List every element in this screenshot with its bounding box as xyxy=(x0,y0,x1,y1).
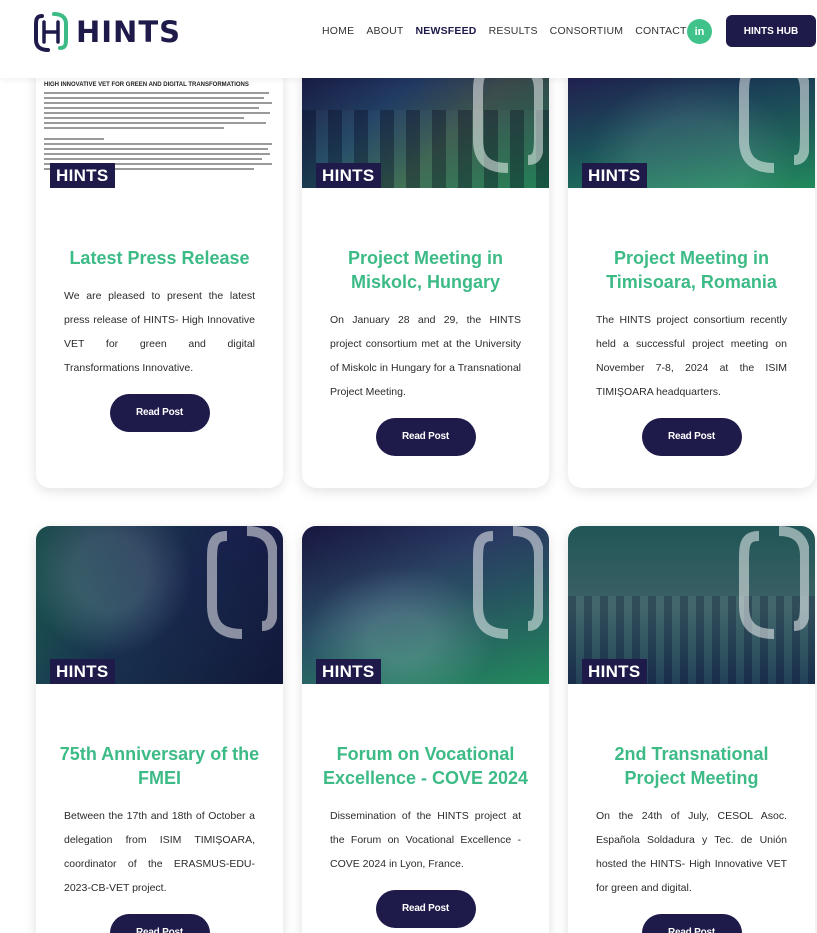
read-post-button[interactable]: Read Post xyxy=(641,914,742,933)
linkedin-icon[interactable]: in xyxy=(687,19,712,44)
card-title[interactable]: Project Meeting in Miskolc, Hungary xyxy=(302,246,549,294)
card-title[interactable]: Forum on Vocational Excellence - COVE 20… xyxy=(302,742,549,790)
hints-watermark-icon xyxy=(473,526,543,639)
hints-watermark-icon xyxy=(473,60,543,173)
press-release-image: HIGH INNOVATIVE VET FOR GREEN AND DIGITA… xyxy=(36,60,283,188)
hints-logo-icon xyxy=(34,12,68,52)
card-description: On January 28 and 29, the HINTS project … xyxy=(330,314,521,398)
card-description: Dissemination of the HINTS project at th… xyxy=(330,810,521,870)
nav-consortium[interactable]: CONSORTIUM xyxy=(550,25,624,37)
hints-badge: HINTS xyxy=(582,659,647,684)
hints-badge: HINTS xyxy=(316,163,381,188)
news-card: HINTS 2nd Transnational Project Meeting … xyxy=(568,526,815,933)
read-post-button[interactable]: Read Post xyxy=(375,890,476,928)
card-description: Between the 17th and 18th of October a d… xyxy=(64,810,255,894)
site-header: HINTS HOME ABOUT NEWSFEED RESULTS CONSOR… xyxy=(0,0,817,78)
news-card: HIGH INNOVATIVE VET FOR GREEN AND DIGITA… xyxy=(36,60,283,488)
hints-badge: HINTS xyxy=(50,659,115,684)
hints-badge: HINTS xyxy=(316,659,381,684)
card-title[interactable]: Project Meeting in Timisoara, Romania xyxy=(568,246,815,294)
group-photo: HINTS xyxy=(568,526,815,684)
hints-hub-button[interactable]: HINTS HUB xyxy=(726,15,816,47)
card-description: We are pleased to present the latest pre… xyxy=(64,290,255,374)
card-description: On the 24th of July, CESOL Asoc. Español… xyxy=(596,810,787,894)
nav-newsfeed[interactable]: NEWSFEED xyxy=(415,25,476,37)
card-title[interactable]: 75th Anniversary of the FMEI xyxy=(36,742,283,790)
hints-watermark-icon xyxy=(739,526,809,639)
main-nav: HOME ABOUT NEWSFEED RESULTS CONSORTIUM C… xyxy=(322,25,687,37)
press-doc-heading: HIGH INNOVATIVE VET FOR GREEN AND DIGITA… xyxy=(44,82,249,88)
card-title[interactable]: 2nd Transnational Project Meeting xyxy=(568,742,815,790)
card-description: The HINTS project consortium recently he… xyxy=(596,314,787,398)
read-post-button[interactable]: Read Post xyxy=(109,914,210,933)
hints-badge: HINTS xyxy=(582,163,647,188)
forum-photo: HINTS xyxy=(302,526,549,684)
hints-badge: HINTS xyxy=(50,163,115,188)
nav-contact[interactable]: CONTACT xyxy=(635,25,686,37)
news-card: HINTS Forum on Vocational Excellence - C… xyxy=(302,526,549,933)
card-title[interactable]: Latest Press Release xyxy=(36,246,283,270)
nav-home[interactable]: HOME xyxy=(322,25,354,37)
news-card: HINTS Project Meeting in Miskolc, Hungar… xyxy=(302,60,549,488)
read-post-button[interactable]: Read Post xyxy=(641,418,742,456)
hints-watermark-icon xyxy=(739,60,809,173)
anniversary-photo: HINTS xyxy=(36,526,283,684)
logo[interactable]: HINTS xyxy=(34,12,181,52)
hints-watermark-icon xyxy=(207,526,277,639)
read-post-button[interactable]: Read Post xyxy=(375,418,476,456)
nav-about[interactable]: ABOUT xyxy=(366,25,403,37)
read-post-button[interactable]: Read Post xyxy=(109,394,210,432)
nav-results[interactable]: RESULTS xyxy=(489,25,538,37)
meeting-photo: HINTS xyxy=(568,60,815,188)
meeting-photo: HINTS xyxy=(302,60,549,188)
news-card: HINTS Project Meeting in Timisoara, Roma… xyxy=(568,60,815,488)
logo-text: HINTS xyxy=(76,15,181,49)
news-card: HINTS 75th Anniversary of the FMEI Betwe… xyxy=(36,526,283,933)
